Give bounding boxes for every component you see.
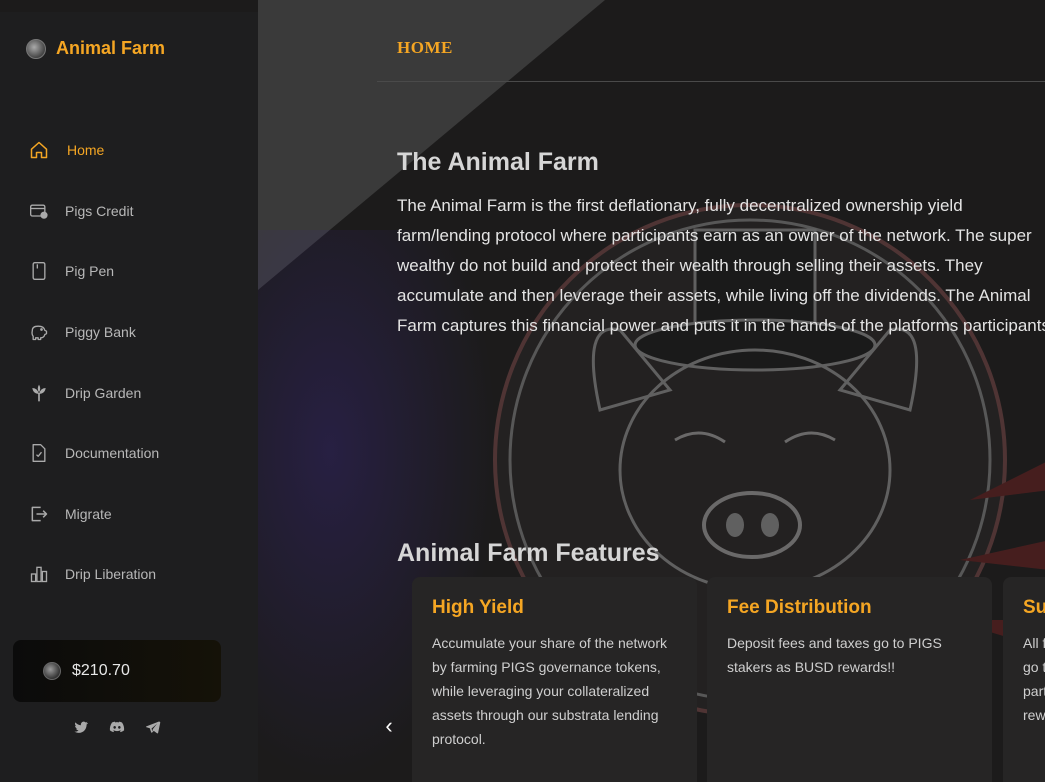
sidebar-item-home[interactable]: Home <box>0 120 258 181</box>
sidebar-item-label: Drip Liberation <box>65 566 157 583</box>
discord-icon[interactable] <box>108 718 126 736</box>
piggy-bank-icon <box>28 321 50 343</box>
sidebar-item-drip-liberation[interactable]: Drip Liberation <box>0 544 258 605</box>
social-links <box>72 718 162 736</box>
sidebar-item-label: Documentation <box>65 445 160 462</box>
token-coin-icon <box>43 662 61 680</box>
feature-card-high-yield: High Yield Accumulate your share of the … <box>412 577 697 782</box>
twitter-icon[interactable] <box>72 718 90 736</box>
feature-card-text: Accumulate your share of the network by … <box>432 635 668 747</box>
token-price: $210.70 <box>72 662 130 679</box>
feature-card-title: Su <box>1023 597 1045 618</box>
token-price-card[interactable]: $210.70 <box>13 640 221 702</box>
home-icon <box>28 139 50 161</box>
migrate-icon <box>28 503 50 525</box>
feature-card-partial: Su All f go t parti rew <box>1003 577 1045 782</box>
sidebar-item-label: Migrate <box>65 505 112 522</box>
sidebar-item-documentation[interactable]: Documentation <box>0 423 258 484</box>
sidebar-item-migrate[interactable]: Migrate <box>0 484 258 545</box>
features-carousel: High Yield Accumulate your share of the … <box>412 577 1045 782</box>
sidebar: Animal Farm Home Pigs Credit Pig Pen Pig… <box>0 12 258 782</box>
credit-card-icon <box>28 200 50 222</box>
features-title: Animal Farm Features <box>397 538 660 567</box>
brand-name: Animal Farm <box>56 38 166 58</box>
feature-card-fee-distribution: Fee Distribution Deposit fees and taxes … <box>707 577 992 782</box>
sidebar-item-pig-pen[interactable]: Pig Pen <box>0 241 258 302</box>
sprout-icon <box>28 382 50 404</box>
document-icon <box>28 442 50 464</box>
carousel-prev-button[interactable]: ‹ <box>378 712 400 740</box>
pen-icon <box>28 260 50 282</box>
sidebar-item-pigs-credit[interactable]: Pigs Credit <box>0 181 258 242</box>
brand[interactable]: Animal Farm <box>26 38 165 59</box>
sidebar-item-label: Home <box>67 142 105 159</box>
feature-card-title: High Yield <box>432 597 524 618</box>
feature-card-text: Deposit fees and taxes go to PIGS staker… <box>727 635 942 675</box>
sidebar-item-drip-garden[interactable]: Drip Garden <box>0 362 258 423</box>
sidebar-item-label: Pigs Credit <box>65 202 134 219</box>
page-breadcrumb: HOME <box>397 38 453 57</box>
sidebar-item-label: Drip Garden <box>65 384 142 401</box>
bar-chart-icon <box>28 563 50 585</box>
telegram-icon[interactable] <box>144 718 162 736</box>
sidebar-item-label: Pig Pen <box>65 263 115 280</box>
intro-paragraph: The Animal Farm is the first deflationar… <box>397 196 1045 335</box>
sidebar-item-piggy-bank[interactable]: Piggy Bank <box>0 302 258 363</box>
top-bar: HOME <box>377 0 1045 82</box>
sidebar-nav: Home Pigs Credit Pig Pen Piggy Bank Drip… <box>0 120 258 605</box>
sidebar-item-label: Piggy Bank <box>65 324 136 341</box>
feature-card-text: All f go t parti rew <box>1023 635 1045 723</box>
animal-farm-logo-icon <box>26 38 46 59</box>
page-title: The Animal Farm <box>397 147 599 176</box>
feature-card-title: Fee Distribution <box>727 597 872 618</box>
